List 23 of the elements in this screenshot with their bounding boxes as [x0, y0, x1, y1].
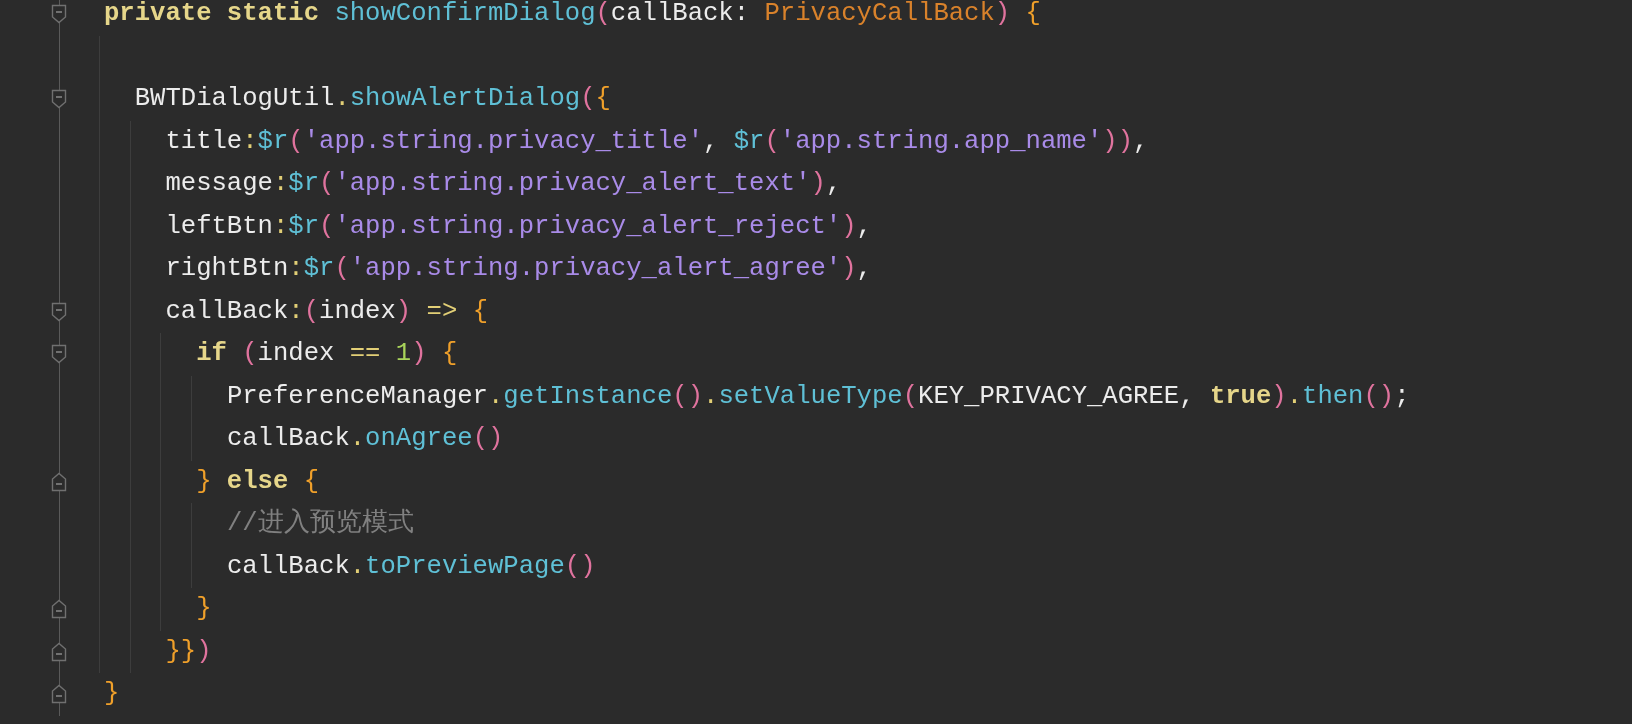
fold-icon[interactable]: [51, 89, 67, 109]
fold-icon[interactable]: [51, 344, 67, 364]
code-line: callBack:(index) => {: [165, 298, 488, 325]
fold-icon[interactable]: [51, 641, 67, 662]
code-line: }: [104, 681, 120, 708]
code-line: rightBtn:$r('app.string.privacy_alert_agree'),: [165, 256, 872, 283]
code-line: message:$r('app.string.privacy_alert_text'),: [165, 171, 842, 198]
fold-icon[interactable]: [51, 4, 67, 24]
code-line: if (index == 1) {: [196, 341, 458, 368]
fold-icon[interactable]: [51, 471, 67, 492]
code-line: } else {: [196, 468, 320, 495]
code-line: title:$r('app.string.privacy_title', $r('app.string.app_name')),: [165, 128, 1149, 155]
code-line: PreferenceManager.getInstance().setValueType(KEY_PRIVACY_AGREE, true).then();: [226, 383, 1410, 410]
code-line: leftBtn:$r('app.string.privacy_alert_reject'),: [165, 213, 872, 240]
code-line: private static showConfirmDialog(callBack: PrivacyCallBack) {: [104, 1, 1041, 28]
fold-icon[interactable]: [51, 599, 67, 619]
code-line: callBack.onAgree(): [226, 426, 504, 453]
code-line: }: [196, 596, 212, 623]
fold-icon[interactable]: [51, 684, 67, 704]
code-line: callBack.toPreviewPage(): [226, 553, 596, 580]
fold-icon[interactable]: [51, 301, 67, 322]
code-line: BWTDialogUtil.showAlertDialog({: [134, 86, 611, 113]
code-line: }}): [165, 638, 212, 665]
